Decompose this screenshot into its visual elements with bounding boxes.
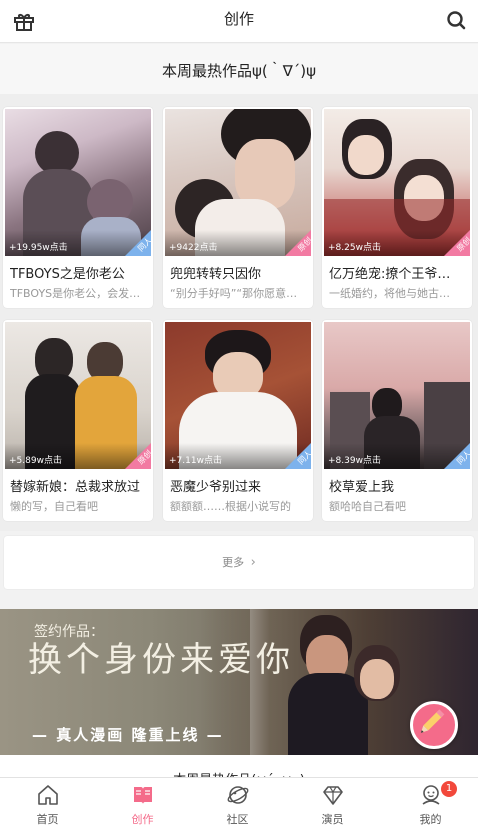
search-icon[interactable]	[444, 8, 468, 32]
tab-label: 我的	[419, 813, 442, 826]
work-card[interactable]: +7.11w点击 同人 恶魔少爷别过来 额额额……根据小说写的	[163, 320, 313, 521]
work-tag-ribbon: 同人	[444, 443, 470, 469]
works-grid: +19.95w点击 同人 TFBOYS之是你老公 TFBOYS是你老公，会发… …	[0, 94, 478, 531]
work-clicks: +8.39w点击	[328, 456, 381, 466]
work-clicks: +8.25w点击	[328, 243, 381, 253]
work-title: 校草爱上我	[329, 480, 395, 495]
tab-label: 社区	[226, 813, 249, 826]
more-button[interactable]: 更多 ›	[4, 536, 474, 589]
tab-label: 创作	[131, 813, 154, 826]
diamond-icon	[323, 786, 343, 805]
work-card[interactable]: +19.95w点击 同人 TFBOYS之是你老公 TFBOYS是你老公，会发…	[3, 107, 153, 308]
promo-banner[interactable]: 签约作品： 换个身份来爱你 — 真人漫画 隆重上线 —	[0, 609, 478, 755]
banner-subtitle: — 真人漫画 隆重上线 —	[32, 726, 224, 744]
work-card[interactable]: +8.39w点击 同人 校草爱上我 额哈哈自己看吧	[322, 320, 472, 521]
more-label: 更多	[222, 556, 245, 569]
work-title: 替嫁新娘：总裁求放过	[10, 480, 141, 495]
work-card[interactable]: +9422点击 原创 兜兜转转只因你 “别分手好吗”“那你愿意…	[163, 107, 313, 308]
work-cover-image: +5.89w点击 原创	[5, 322, 151, 469]
tab-create[interactable]: 创作	[95, 778, 190, 830]
tab-community[interactable]: 社区	[190, 778, 285, 830]
work-tag-ribbon: 同人	[125, 230, 151, 256]
work-cover-image: +19.95w点击 同人	[5, 109, 151, 256]
tab-home[interactable]: 首页	[0, 778, 95, 830]
top-bar: 创作	[0, 0, 478, 43]
work-clicks: +19.95w点击	[9, 243, 68, 253]
tab-actors[interactable]: 演员	[285, 778, 380, 830]
section-title: 本周最热作品ψ(｀∇´)ψ	[0, 44, 478, 94]
work-desc: 额额额……根据小说写的	[170, 500, 291, 513]
work-desc: 懒的写，自己看吧	[10, 500, 98, 513]
work-clicks: +9422点击	[169, 243, 218, 253]
chevron-right-icon: ›	[250, 555, 256, 570]
work-tag-ribbon: 同人	[285, 443, 311, 469]
work-card[interactable]: +5.89w点击 原创 替嫁新娘：总裁求放过 懒的写，自己看吧	[3, 320, 153, 521]
tab-mine[interactable]: 1 我的	[383, 778, 478, 830]
work-tag-ribbon: 原创	[285, 230, 311, 256]
banner-title: 换个身份来爱你	[28, 640, 294, 680]
pencil-icon[interactable]	[410, 701, 458, 749]
tab-label: 首页	[36, 813, 59, 826]
work-title: 恶魔少爷别过来	[170, 480, 262, 495]
work-tag-ribbon: 原创	[444, 230, 470, 256]
work-desc: 额哈哈自己看吧	[329, 500, 406, 513]
profile-icon	[422, 785, 440, 805]
work-title: 亿万绝宠:撩个王爷…	[329, 267, 451, 282]
work-title: 兜兜转转只因你	[170, 267, 262, 282]
work-clicks: +5.89w点击	[9, 456, 62, 466]
work-cover-image: +9422点击 原创	[165, 109, 311, 256]
work-cover-image: +8.39w点击 同人	[324, 322, 470, 469]
work-desc: TFBOYS是你老公，会发…	[10, 287, 141, 300]
bottom-tab-bar: 首页 创作 社区 演员 1 我的	[0, 777, 478, 830]
work-card[interactable]: +8.25w点击 原创 亿万绝宠:撩个王爷… 一纸婚约，将他与她古…	[322, 107, 472, 308]
work-title: TFBOYS之是你老公	[10, 267, 125, 282]
tab-label: 演员	[321, 813, 344, 826]
work-desc: 一纸婚约，将他与她古…	[329, 287, 450, 300]
home-icon	[38, 785, 58, 805]
work-cover-image: +8.25w点击 原创	[324, 109, 470, 256]
notification-badge: 1	[441, 781, 457, 797]
banner-tag: 签约作品：	[34, 624, 104, 640]
work-tag-ribbon: 原创	[125, 443, 151, 469]
planet-icon	[227, 786, 249, 804]
page-title: 创作	[223, 10, 254, 28]
work-cover-image: +7.11w点击 同人	[165, 322, 311, 469]
work-clicks: +7.11w点击	[169, 456, 222, 466]
work-desc: “别分手好吗”“那你愿意…	[170, 287, 298, 300]
book-icon	[134, 787, 152, 804]
